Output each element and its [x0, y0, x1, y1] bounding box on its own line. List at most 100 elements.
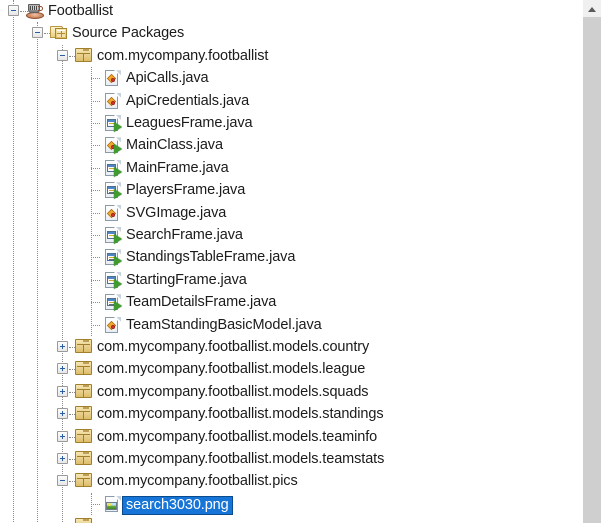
tree-connector — [91, 257, 100, 259]
tree-row[interactable]: com.mycompany.footballist.models.squads — [0, 381, 583, 403]
collapse-toggle-icon[interactable] — [57, 475, 68, 487]
java-package-icon — [75, 451, 92, 465]
java-package-icon — [75, 361, 92, 376]
tree-row-label: com.mycompany.footballist.models.standin… — [97, 406, 384, 423]
java-main-class-icon — [104, 137, 122, 155]
java-form-icon — [104, 271, 122, 289]
tree-row[interactable]: com.mycompany.footballist.models.standin… — [0, 403, 583, 425]
tree-connector — [91, 78, 100, 80]
expand-toggle-icon[interactable] — [57, 453, 68, 464]
tree-row[interactable]: Source Packages — [0, 22, 583, 44]
tree-connector — [91, 324, 100, 327]
tree-row[interactable]: com.mycompany.footballist.pics — [0, 470, 583, 492]
java-package-icon — [75, 473, 92, 488]
tree-row-label: com.mycompany.footballist.models.squads — [97, 383, 369, 400]
tree-row[interactable]: TeamDetailsFrame.java — [0, 291, 583, 313]
java-class-icon — [104, 92, 121, 110]
tree-row-label: com.mycompany.footballist — [97, 47, 269, 64]
java-project-icon — [26, 3, 44, 19]
tree-row[interactable]: ApiCredentials.java — [0, 90, 583, 112]
tree-row-label: SVGImage.java — [126, 204, 227, 221]
tree-row[interactable]: Footballist — [0, 0, 583, 22]
scrollbar-up-button[interactable] — [583, 0, 601, 17]
tree-connector — [91, 190, 100, 192]
tree-row-label: MainFrame.java — [126, 159, 229, 176]
tree-connector — [91, 503, 100, 506]
tree-row-label: TeamStandingBasicModel.java — [126, 316, 322, 333]
tree-row-label: TeamDetailsFrame.java — [126, 294, 277, 311]
collapse-toggle-icon[interactable] — [32, 27, 43, 39]
tree-row-selected[interactable]: search3030.png — [0, 493, 583, 516]
java-form-icon — [104, 159, 122, 177]
tree-row[interactable]: SearchFrame.java — [0, 224, 583, 246]
tree-row[interactable]: LeaguesFrame.java — [0, 112, 583, 134]
tree-row-label: LeaguesFrame.java — [126, 115, 253, 131]
collapse-toggle-icon[interactable] — [57, 49, 68, 61]
tree-connector — [91, 145, 100, 147]
tree-row-label: MainClass.java — [126, 137, 223, 154]
tree-row[interactable]: com.mycompany.footballist — [0, 45, 583, 67]
expand-toggle-icon[interactable] — [57, 363, 68, 375]
java-class-icon — [104, 316, 121, 334]
java-form-icon — [104, 115, 122, 132]
folder-icon — [50, 25, 68, 40]
java-package-icon — [75, 406, 92, 421]
tree-row[interactable]: PlayersFrame.java — [0, 179, 583, 201]
java-form-icon — [104, 249, 122, 267]
tree-row-label: Footballist — [48, 3, 113, 19]
project-tree[interactable]: Footballist Source Packages com.mycompany.… — [0, 0, 583, 523]
tree-row-label: ApiCalls.java — [126, 70, 209, 87]
tree-connector — [91, 235, 100, 237]
tree-row[interactable]: com.mycompany.footballist.models.country — [0, 336, 583, 358]
tree-row[interactable]: SVGImage.java — [0, 202, 583, 224]
expand-toggle-icon[interactable] — [57, 341, 68, 352]
projects-tree-window: Footballist Source Packages com.mycompany.… — [0, 0, 601, 523]
tree-row-label: com.mycompany.footballist.models.teamsta… — [97, 451, 385, 467]
tree-row[interactable]: MainFrame.java — [0, 157, 583, 179]
tree-connector — [91, 167, 100, 170]
tree-connector — [91, 123, 100, 125]
java-form-icon — [104, 294, 122, 312]
tree-row[interactable] — [0, 515, 583, 523]
tree-row[interactable]: ApiCalls.java — [0, 67, 583, 89]
tree-row-label: com.mycompany.footballist.models.teaminf… — [97, 428, 378, 445]
tree-row[interactable]: StandingsTableFrame.java — [0, 246, 583, 268]
java-package-icon — [75, 47, 92, 62]
tree-row-label: com.mycompany.footballist.pics — [97, 473, 298, 490]
tree-row-label: Source Packages — [72, 25, 185, 42]
java-class-icon — [104, 204, 121, 222]
java-package-icon — [75, 339, 92, 353]
tree-row[interactable]: com.mycompany.footballist.models.teamsta… — [0, 448, 583, 470]
java-form-icon — [104, 182, 122, 200]
expand-toggle-icon[interactable] — [57, 408, 68, 420]
image-file-icon — [104, 495, 121, 513]
expand-toggle-icon[interactable] — [57, 385, 68, 397]
tree-connector — [91, 302, 100, 304]
tree-row-label: com.mycompany.footballist.models.country — [97, 339, 370, 355]
tree-row[interactable]: StartingFrame.java — [0, 269, 583, 291]
tree-connector — [91, 212, 100, 215]
tree-row-label: SearchFrame.java — [126, 227, 243, 243]
tree-connector — [91, 100, 100, 103]
tree-row[interactable]: TeamStandingBasicModel.java — [0, 314, 583, 336]
java-class-icon — [104, 70, 121, 87]
tree-row[interactable]: com.mycompany.footballist.models.teaminf… — [0, 426, 583, 448]
java-package-icon — [75, 518, 92, 523]
chevron-up-icon — [588, 7, 596, 12]
collapse-toggle-icon[interactable] — [8, 5, 19, 16]
tree-row-label: StandingsTableFrame.java — [126, 249, 296, 266]
tree-row[interactable]: com.mycompany.footballist.models.league — [0, 358, 583, 380]
tree-connector — [91, 279, 100, 282]
java-package-icon — [75, 383, 92, 398]
tree-row-label: PlayersFrame.java — [126, 182, 246, 199]
tree-row-label: StartingFrame.java — [126, 271, 247, 288]
expand-toggle-icon[interactable] — [57, 430, 68, 442]
tree-row[interactable]: MainClass.java — [0, 134, 583, 156]
tree-viewport[interactable]: Footballist Source Packages com.mycompany.… — [0, 0, 583, 523]
vertical-scrollbar[interactable] — [583, 0, 601, 523]
java-form-icon — [104, 227, 122, 244]
java-package-icon — [75, 428, 92, 443]
tree-row-label: search3030.png — [122, 495, 233, 516]
scrollbar-track[interactable] — [583, 17, 601, 523]
tree-row-label: ApiCredentials.java — [126, 92, 250, 109]
